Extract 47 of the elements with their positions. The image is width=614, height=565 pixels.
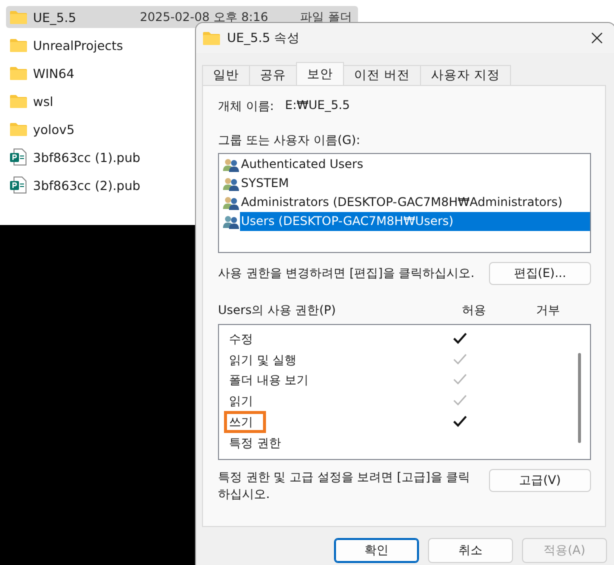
file-date: 2025-02-08 오후 8:16 — [140, 8, 270, 26]
advanced-hint: 특정 권한 및 고급 설정을 보려면 [고급]을 클릭하십시오. — [218, 469, 472, 503]
folder-icon — [10, 38, 27, 52]
dialog-button[interactable]: 취소 — [428, 538, 513, 563]
file-name: UE_5.5 — [33, 10, 76, 24]
permission-name: 폴더 내용 보기 — [228, 372, 310, 388]
folder-icon — [10, 122, 27, 136]
users-icon — [223, 196, 239, 210]
scrollbar[interactable] — [578, 353, 581, 443]
user-item[interactable]: Administrators (DESKTOP-GAC7M8H₩Administrators) — [240, 193, 590, 212]
user-item[interactable]: SYSTEM — [240, 174, 590, 193]
object-name: E:₩UE_5.5 — [285, 98, 350, 114]
edit-button[interactable]: 편집(E)... — [489, 262, 591, 285]
publisher-file-icon — [10, 148, 27, 166]
permission-name: 읽기 및 실행 — [228, 352, 298, 368]
file-name: WIN64 — [33, 66, 74, 80]
file-name: UnrealProjects — [33, 38, 124, 52]
tab[interactable]: 보안 — [296, 62, 344, 85]
window-title: UE_5.5 속성 — [227, 30, 300, 46]
permission-name: 수정 — [228, 330, 254, 347]
file-name: wsl — [33, 94, 54, 108]
folder-icon — [203, 31, 220, 45]
folder-icon — [10, 66, 27, 80]
permission-name: 쓰기 — [227, 414, 263, 430]
user-item[interactable]: Authenticated Users — [240, 155, 590, 174]
publisher-file-icon — [10, 176, 27, 194]
edit-hint: 사용 권한을 변경하려면 [편집]을 클릭하십시오. — [218, 265, 474, 282]
file-name: yolov5 — [33, 122, 75, 136]
permission-name: 특정 권한 — [228, 434, 282, 451]
user-item[interactable]: Users (DESKTOP-GAC7M8H₩Users) — [240, 212, 590, 231]
users-icon — [223, 158, 239, 172]
advanced-button[interactable]: 고급(V) — [489, 469, 591, 492]
file-name: 3bf863cc (2).pub — [33, 178, 140, 192]
permission-name: 읽기 — [228, 393, 254, 410]
object-name-label: 개체 이름: — [218, 98, 275, 115]
deny-header: 거부 — [535, 302, 561, 319]
dialog-button[interactable]: 확인 — [334, 538, 419, 563]
file-name: 3bf863cc (1).pub — [33, 150, 140, 164]
tab[interactable]: 사용자 지정 — [420, 65, 511, 85]
allow-header: 허용 — [461, 302, 487, 319]
folder-icon — [10, 10, 27, 24]
permissions-label: Users의 사용 권한(P) — [218, 302, 337, 319]
group-label: 그룹 또는 사용자 이름(G): — [218, 132, 362, 149]
folder-icon — [10, 94, 27, 108]
users-icon — [223, 176, 239, 190]
tab[interactable]: 일반 — [202, 65, 250, 85]
users-icon — [223, 214, 239, 228]
